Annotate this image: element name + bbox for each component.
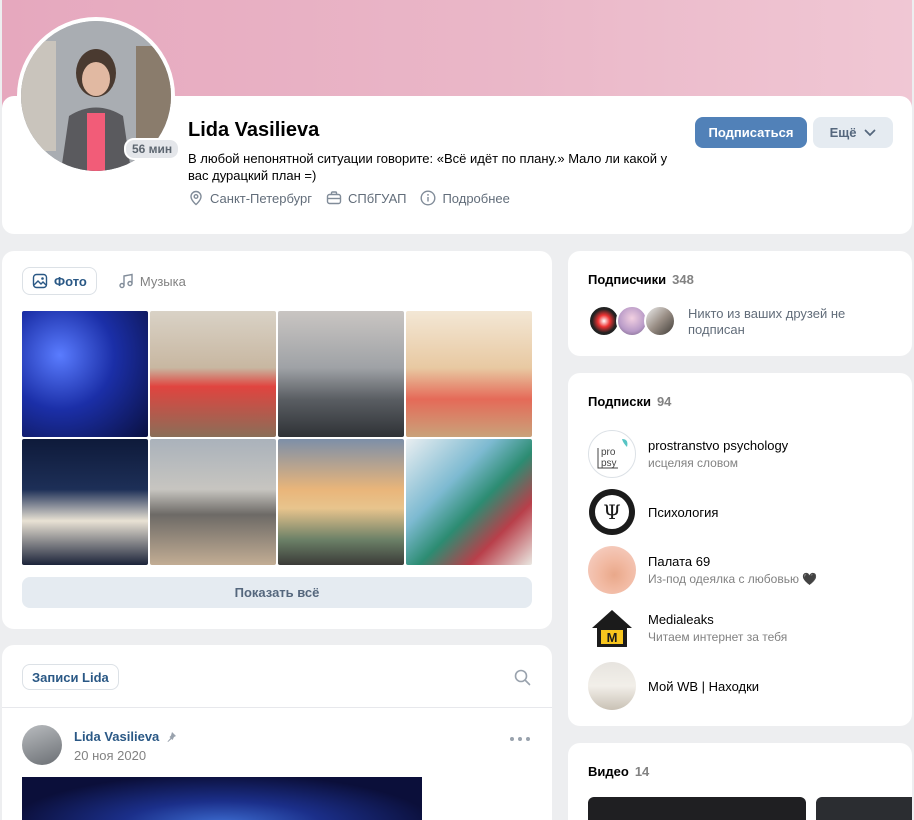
avatar: pro psy <box>588 430 636 478</box>
tab-music-label: Музыка <box>139 273 186 289</box>
post-date[interactable]: 20 ноя 2020 <box>74 748 146 763</box>
meta-details[interactable]: Подробнее <box>420 190 510 206</box>
location-icon <box>190 190 202 206</box>
subscribe-button[interactable]: Подписаться <box>695 117 807 148</box>
sub-desc: Из-под одеялка с любовью 🖤 <box>648 572 818 586</box>
tab-photos[interactable]: Фото <box>22 267 97 295</box>
sub-name: Психология <box>648 504 719 520</box>
subscriptions-count: 94 <box>656 394 672 409</box>
list-item[interactable]: Мой WB | Находки <box>588 657 898 715</box>
avatar[interactable] <box>644 305 676 337</box>
videos-label: Видео <box>588 764 629 779</box>
followers-label: Подписчики <box>588 272 667 287</box>
post-author-avatar[interactable] <box>22 725 62 765</box>
media-card: Фото Музыка Показать всё <box>2 251 552 629</box>
tab-music[interactable]: Музыка <box>109 267 195 295</box>
followers-title[interactable]: Подписчики 348 <box>588 272 694 287</box>
chevron-down-icon <box>865 129 876 136</box>
more-button[interactable]: Ещё <box>813 117 893 148</box>
media-tabs: Фото Музыка <box>22 267 195 295</box>
photo-icon <box>32 273 48 289</box>
psy-logo-icon: pro psy <box>597 439 628 469</box>
photo-thumbnail[interactable] <box>406 439 532 565</box>
tab-photos-label: Фото <box>54 273 87 289</box>
search-icon[interactable] <box>514 669 531 686</box>
svg-text:pro: pro <box>601 447 616 458</box>
subscriptions-card: Подписки 94 pro psy prostranstvo psychol… <box>568 373 912 726</box>
photo-thumbnail[interactable] <box>22 311 148 437</box>
friends-note: Никто из ваших друзей не подписан <box>688 306 846 337</box>
photo-thumbnail[interactable] <box>406 311 532 437</box>
svg-text:psy: psy <box>601 458 617 469</box>
svg-text:Ψ: Ψ <box>603 500 621 524</box>
university-label: СПбГУАП <box>347 190 407 206</box>
list-item[interactable]: Палата 69 Из-под одеялка с любовью 🖤 <box>588 541 898 599</box>
online-badge: 56 мин <box>124 138 181 160</box>
sub-desc: исцеляя словом <box>648 456 739 470</box>
wall-card: Записи Lida Lida Vasilieva 20 ноя 2020 <box>2 645 552 820</box>
avatar: M <box>588 604 636 652</box>
videos-title[interactable]: Видео 14 <box>588 764 649 779</box>
avatar <box>588 546 636 594</box>
divider <box>2 707 552 708</box>
meta-city[interactable]: Санкт-Петербург <box>188 190 312 206</box>
briefcase-icon <box>326 191 342 205</box>
followers-count: 348 <box>672 272 694 287</box>
profile-name: Lida Vasilieva <box>188 119 320 141</box>
details-label: Подробнее <box>442 190 510 206</box>
meta-university[interactable]: СПбГУАП <box>326 190 406 206</box>
tab-wall-posts[interactable]: Записи Lida <box>22 664 119 690</box>
video-thumbnail[interactable] <box>588 797 806 820</box>
music-icon <box>119 273 133 289</box>
post-image[interactable] <box>22 777 422 820</box>
photo-thumbnail[interactable] <box>278 311 404 437</box>
profile-meta: Санкт-Петербург СПбГУАП Подробнее <box>188 190 510 206</box>
subscriptions-list: pro psy prostranstvo psychology исцеляя … <box>588 425 898 715</box>
video-thumbnail[interactable] <box>816 797 912 820</box>
photo-thumbnail[interactable] <box>150 439 276 565</box>
post-menu-icon[interactable] <box>510 737 530 743</box>
city-label: Санкт-Петербург <box>210 190 312 206</box>
list-item[interactable]: M Medialeaks Читаем интернет за тебя <box>588 599 898 657</box>
svg-text:M: M <box>607 630 618 645</box>
photo-grid <box>22 311 532 565</box>
list-item[interactable]: pro psy prostranstvo psychology исцеляя … <box>588 425 898 483</box>
post-author-name: Lida Vasilieva <box>74 729 160 744</box>
videos-count: 14 <box>634 764 650 779</box>
avatar <box>588 662 636 710</box>
show-all-photos-button[interactable]: Показать всё <box>22 577 532 608</box>
list-item[interactable]: Ψ Психология <box>588 483 898 541</box>
subscriptions-label: Подписки <box>588 394 651 409</box>
subscriptions-title[interactable]: Подписки 94 <box>588 394 671 409</box>
more-label: Ещё <box>829 125 857 140</box>
photo-thumbnail[interactable] <box>278 439 404 565</box>
sub-desc: Читаем интернет за тебя <box>648 630 788 644</box>
sub-name: Палата 69 <box>648 554 711 569</box>
follower-avatars <box>588 305 676 337</box>
profile-status: В любой непонятной ситуации говорите: «В… <box>188 151 668 183</box>
photo-thumbnail[interactable] <box>22 439 148 565</box>
videos-card: Видео 14 <box>568 743 912 820</box>
sub-name: Мой WB | Находки <box>648 678 760 694</box>
post-author[interactable]: Lida Vasilieva <box>74 729 177 744</box>
photo-thumbnail[interactable] <box>150 311 276 437</box>
medialeaks-logo-icon: M <box>592 610 632 647</box>
info-icon <box>420 190 436 206</box>
sub-name: prostranstvo psychology <box>648 438 789 453</box>
sub-name: Medialeaks <box>648 612 714 627</box>
avatar: Ψ <box>588 488 636 536</box>
psi-logo-icon: Ψ <box>589 489 635 535</box>
followers-card[interactable]: Подписчики 348 Никто из ваших друзей не … <box>568 251 912 356</box>
pin-icon <box>167 731 177 742</box>
